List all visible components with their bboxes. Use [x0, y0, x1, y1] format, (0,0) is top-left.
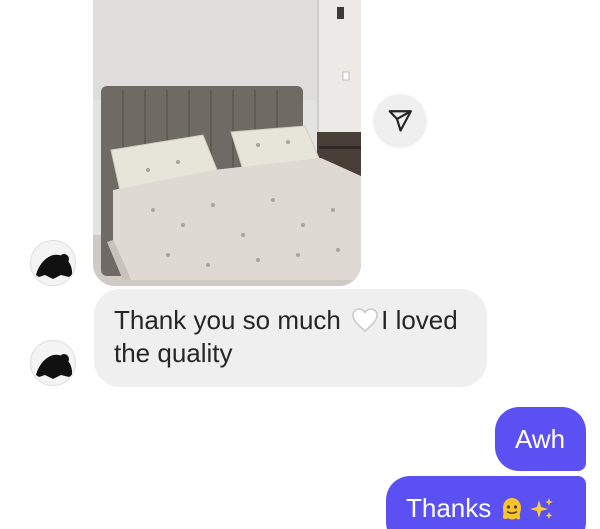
incoming-message-bubble[interactable]: Thank you so much I loved the quality	[94, 289, 487, 387]
message-text: Thanks	[406, 493, 499, 523]
melting-face-icon	[502, 498, 521, 520]
contact-avatar-image	[31, 241, 75, 285]
paper-plane-icon	[388, 110, 412, 132]
contact-avatar[interactable]	[30, 240, 76, 286]
share-photo-button[interactable]	[373, 94, 427, 148]
white-heart-icon	[352, 308, 378, 332]
outgoing-message-bubble[interactable]: Thanks	[386, 476, 586, 529]
message-text: Thank you so much	[114, 305, 349, 335]
outgoing-message-bubble[interactable]: Awh	[495, 407, 586, 471]
contact-avatar-image	[31, 341, 75, 385]
message-text: Awh	[515, 424, 566, 454]
sparkles-icon	[529, 498, 553, 519]
contact-avatar[interactable]	[30, 340, 76, 386]
message-text: I loved	[381, 305, 458, 335]
photo-message[interactable]	[93, 0, 361, 286]
message-text: the quality	[114, 338, 233, 368]
bed-photo	[93, 0, 361, 286]
chat-thread: Thank you so much I loved the quality Aw…	[0, 0, 600, 529]
